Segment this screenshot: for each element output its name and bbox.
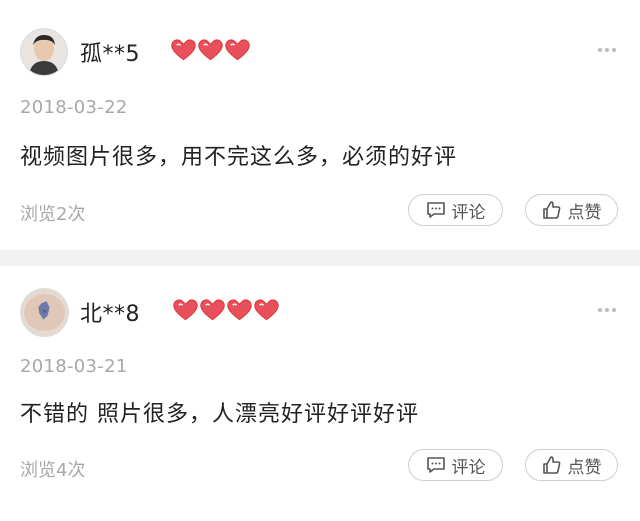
heart-icon [197,38,224,64]
user-avatar-icon [21,29,67,75]
thumbs-up-icon [542,201,560,219]
review-card: 孤**5 2018-03-22 视频图片很多，用不完这么多，必须的好评 浏览2次… [0,0,640,250]
review-content: 视频图片很多，用不完这么多，必须的好评 [20,145,458,170]
view-count: 浏览4次 [20,460,86,481]
heart-icon [199,298,226,324]
rank-hearts [172,298,280,324]
thumbs-up-icon [542,456,560,474]
comment-icon [426,457,445,473]
comment-button[interactable]: 评论 [408,194,503,226]
like-button[interactable]: 点赞 [525,194,618,226]
review-content: 不错的 照片很多，人漂亮好评好评好评 [20,402,419,427]
avatar[interactable] [20,28,68,76]
comment-label: 评论 [451,202,486,223]
view-count: 浏览2次 [20,204,86,225]
more-dots-icon[interactable] [598,48,616,52]
avatar[interactable] [20,288,69,337]
like-label: 点赞 [567,457,602,478]
review-date: 2018-03-22 [20,97,128,118]
comment-label: 评论 [451,457,486,478]
section-divider [0,250,640,266]
heart-icon [170,38,197,64]
review-card: 北**8 2018-03-21 不错的 照片很多，人漂亮好评好评好评 浏览4次 … [0,266,640,521]
user-avatar-icon [21,289,68,336]
username: 北**8 [80,302,140,327]
like-label: 点赞 [567,202,602,223]
heart-icon [224,38,251,64]
heart-icon [226,298,253,324]
heart-icon [172,298,199,324]
comment-icon [426,202,445,218]
like-button[interactable]: 点赞 [525,449,618,481]
username: 孤**5 [80,42,140,67]
comment-button[interactable]: 评论 [408,449,503,481]
more-dots-icon[interactable] [598,308,616,312]
review-date: 2018-03-21 [20,356,128,377]
heart-icon [253,298,280,324]
rank-hearts [170,38,251,64]
